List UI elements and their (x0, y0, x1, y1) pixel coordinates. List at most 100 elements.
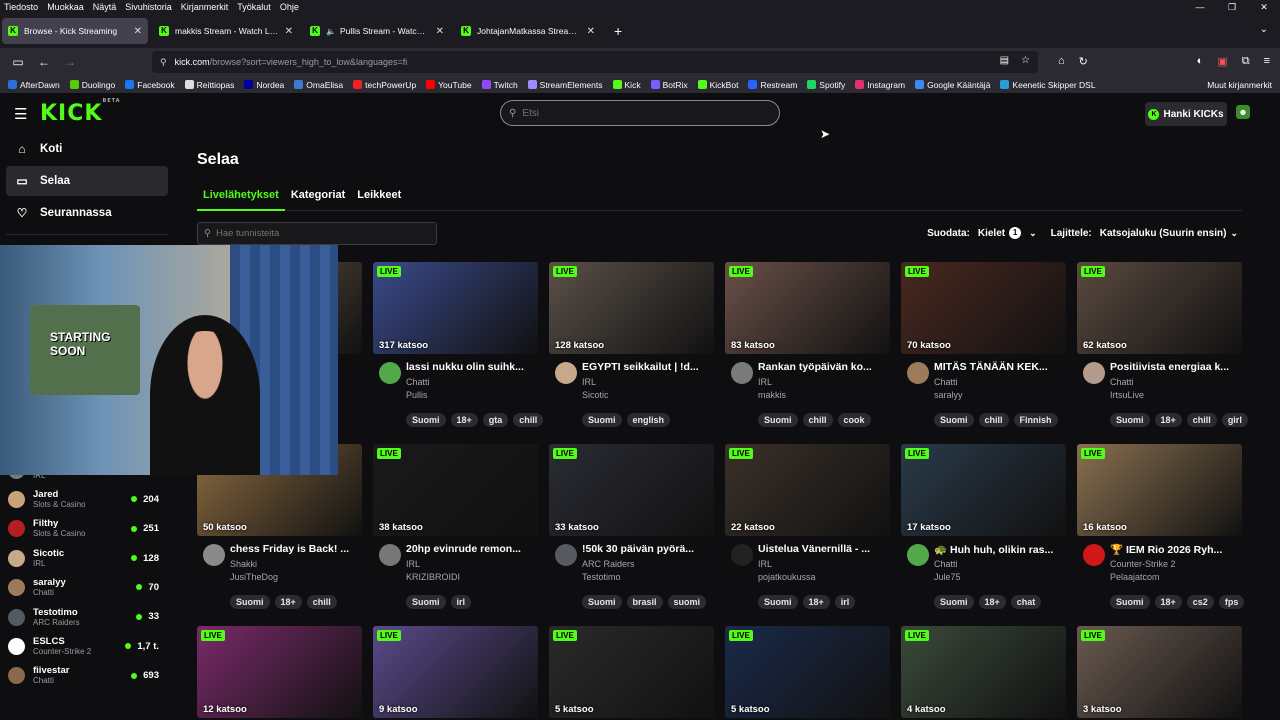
bookmark-item[interactable]: Spotify (807, 80, 845, 90)
stream-title[interactable]: lassi nukku olin suihk... (406, 361, 538, 373)
avatar[interactable] (379, 362, 401, 384)
tag[interactable]: english (626, 413, 671, 427)
address-bar[interactable]: ⚲ kick.com/browse?sort=viewers_high_to_l… (152, 51, 1038, 73)
stream-card[interactable]: LIVE 128 katsoo EGYPTI seikkailut | !d... I… (549, 262, 714, 427)
stream-card[interactable]: LIVE 5 katsoo (549, 626, 714, 718)
speaker-icon[interactable]: 🔈 (326, 27, 336, 36)
channel-name[interactable]: IrtsuLive (1110, 390, 1144, 400)
stream-category[interactable]: IRL (406, 559, 420, 569)
bookmark-item[interactable]: Duolingo (69, 80, 115, 90)
tag[interactable]: Suomi (934, 413, 974, 427)
stream-thumbnail[interactable]: LIVE 12 katsoo (197, 626, 362, 718)
stream-thumbnail[interactable]: LIVE 5 katsoo (549, 626, 714, 718)
site-info-icon[interactable]: ⚲ (160, 57, 167, 68)
stream-thumbnail[interactable]: LIVE 9 katsoo (373, 626, 538, 718)
tag[interactable]: Finnish (1013, 413, 1058, 427)
minimize-icon[interactable]: — (1184, 0, 1216, 14)
sidebar-toggle-icon[interactable]: ▭ (8, 55, 28, 69)
avatar[interactable] (203, 544, 225, 566)
stream-category[interactable]: ARC Raiders (582, 559, 635, 569)
bookmark-item[interactable]: Facebook (125, 80, 175, 90)
sidebar-item-home[interactable]: ⌂ Koti (6, 134, 168, 164)
hamburger-menu-icon[interactable]: ☰ (14, 105, 27, 123)
extensions-icon[interactable]: ⧉ (1242, 55, 1250, 68)
stream-category[interactable]: Chatti (934, 559, 958, 569)
tag[interactable]: chill (978, 413, 1009, 427)
stream-card[interactable]: LIVE 38 katsoo 20hp evinrude remon... IRL KR… (373, 444, 538, 609)
menu-help[interactable]: Ohje (280, 2, 299, 12)
home-icon-browser[interactable]: ⌂ (1058, 55, 1065, 68)
stream-title[interactable]: 20hp evinrude remon... (406, 543, 538, 555)
bookmark-item[interactable]: Restream (748, 80, 797, 90)
stream-card[interactable]: LIVE 62 katsoo Positiivista energiaa k... C… (1077, 262, 1248, 427)
avatar[interactable] (907, 544, 929, 566)
avatar[interactable] (731, 362, 753, 384)
followed-channel[interactable]: Testotimo ARC Raiders 33 (8, 602, 168, 631)
site-search[interactable]: ⚲ (500, 100, 780, 126)
tag[interactable]: gta (482, 413, 509, 427)
tag[interactable]: Suomi (758, 595, 798, 609)
account-icon[interactable]: ◐ (1197, 55, 1204, 68)
channel-name[interactable]: Pullis (406, 390, 428, 400)
stream-card[interactable]: LIVE 9 katsoo (373, 626, 538, 718)
tag[interactable]: suomi (667, 595, 707, 609)
reader-view-icon[interactable]: ▤ (1000, 55, 1009, 66)
app-menu-icon[interactable]: ≡ (1264, 55, 1270, 68)
channel-name[interactable]: pojatkoukussa (758, 572, 816, 582)
tag-search-input[interactable] (215, 228, 426, 239)
stream-title[interactable]: !50k 30 päivän pyörä... (582, 543, 714, 555)
channel-name[interactable]: JusiTheDog (230, 572, 278, 582)
bookmark-item[interactable]: Kick (612, 80, 641, 90)
followed-channel[interactable]: saralyy Chatti 70 (8, 573, 168, 602)
channel-name[interactable]: Jule75 (934, 572, 961, 582)
sort-dropdown[interactable]: Katsojaluku (Suurin ensin) ⌄ (1100, 228, 1238, 239)
menu-tools[interactable]: Työkalut (237, 2, 271, 12)
bookmark-item[interactable]: Twitch (481, 80, 518, 90)
bookmark-item[interactable]: Reittiopas (184, 80, 234, 90)
menu-edit[interactable]: Muokkaa (47, 2, 84, 12)
stream-thumbnail[interactable]: LIVE 3 katsoo (1077, 626, 1242, 718)
maximize-icon[interactable]: ❐ (1216, 0, 1248, 14)
new-tab-icon[interactable]: + (614, 23, 622, 39)
bookmark-item[interactable]: Keenetic Skipper DSL (1000, 80, 1096, 90)
tag[interactable]: Suomi (406, 595, 446, 609)
tag[interactable]: chill (513, 413, 544, 427)
search-input[interactable] (522, 107, 743, 119)
stream-card[interactable]: LIVE 12 katsoo (197, 626, 362, 718)
tag[interactable]: Suomi (406, 413, 446, 427)
followed-channel[interactable]: Jared Slots & Casino 204 (8, 485, 168, 514)
stream-category[interactable]: Shakki (230, 559, 257, 569)
channel-name[interactable]: makkis (758, 390, 786, 400)
sidebar-item-browse[interactable]: ▭ Selaa (6, 166, 168, 196)
tag[interactable]: 18+ (274, 595, 302, 609)
stream-title[interactable]: 🏆 IEM Rio 2026 Ryh... (1110, 543, 1242, 556)
stream-title[interactable]: EGYPTI seikkailut | !d... (582, 361, 714, 373)
channel-name[interactable]: Sicotic (582, 390, 609, 400)
tag[interactable]: Suomi (934, 595, 974, 609)
stream-card[interactable]: LIVE 5 katsoo (725, 626, 890, 718)
stream-category[interactable]: IRL (582, 377, 596, 387)
tag[interactable]: irl (450, 595, 472, 609)
tag[interactable]: cs2 (1186, 595, 1214, 609)
tag[interactable]: chill (306, 595, 337, 609)
menu-history[interactable]: Sivuhistoria (125, 2, 172, 12)
stream-thumbnail[interactable]: LIVE 17 katsoo (901, 444, 1066, 536)
stream-category[interactable]: IRL (758, 559, 772, 569)
tag[interactable]: Suomi (758, 413, 798, 427)
tag[interactable]: brasil (626, 595, 663, 609)
reload-icon[interactable]: ↻ (1079, 55, 1088, 68)
followed-channel[interactable]: fiivestar Chatti 693 (8, 661, 168, 690)
language-filter-dropdown[interactable]: Kielet 1 ⌄ (978, 227, 1037, 239)
avatar[interactable] (379, 544, 401, 566)
tag[interactable]: fps (1218, 595, 1245, 609)
stream-card[interactable]: LIVE 22 katsoo Uistelua Vänernillä - ... IR… (725, 444, 890, 609)
bookmark-item[interactable]: techPowerUp (353, 80, 416, 90)
tag-search[interactable]: ⚲ (197, 222, 437, 245)
avatar[interactable] (907, 362, 929, 384)
stream-thumbnail[interactable]: LIVE 38 katsoo (373, 444, 538, 536)
sidebar-item-following[interactable]: ♡ Seurannassa (6, 198, 168, 228)
bookmark-item[interactable]: AfterDawn (8, 80, 60, 90)
tab-close-icon[interactable]: ✕ (285, 26, 293, 37)
tag[interactable]: Suomi (230, 595, 270, 609)
tag[interactable]: Suomi (1110, 413, 1150, 427)
